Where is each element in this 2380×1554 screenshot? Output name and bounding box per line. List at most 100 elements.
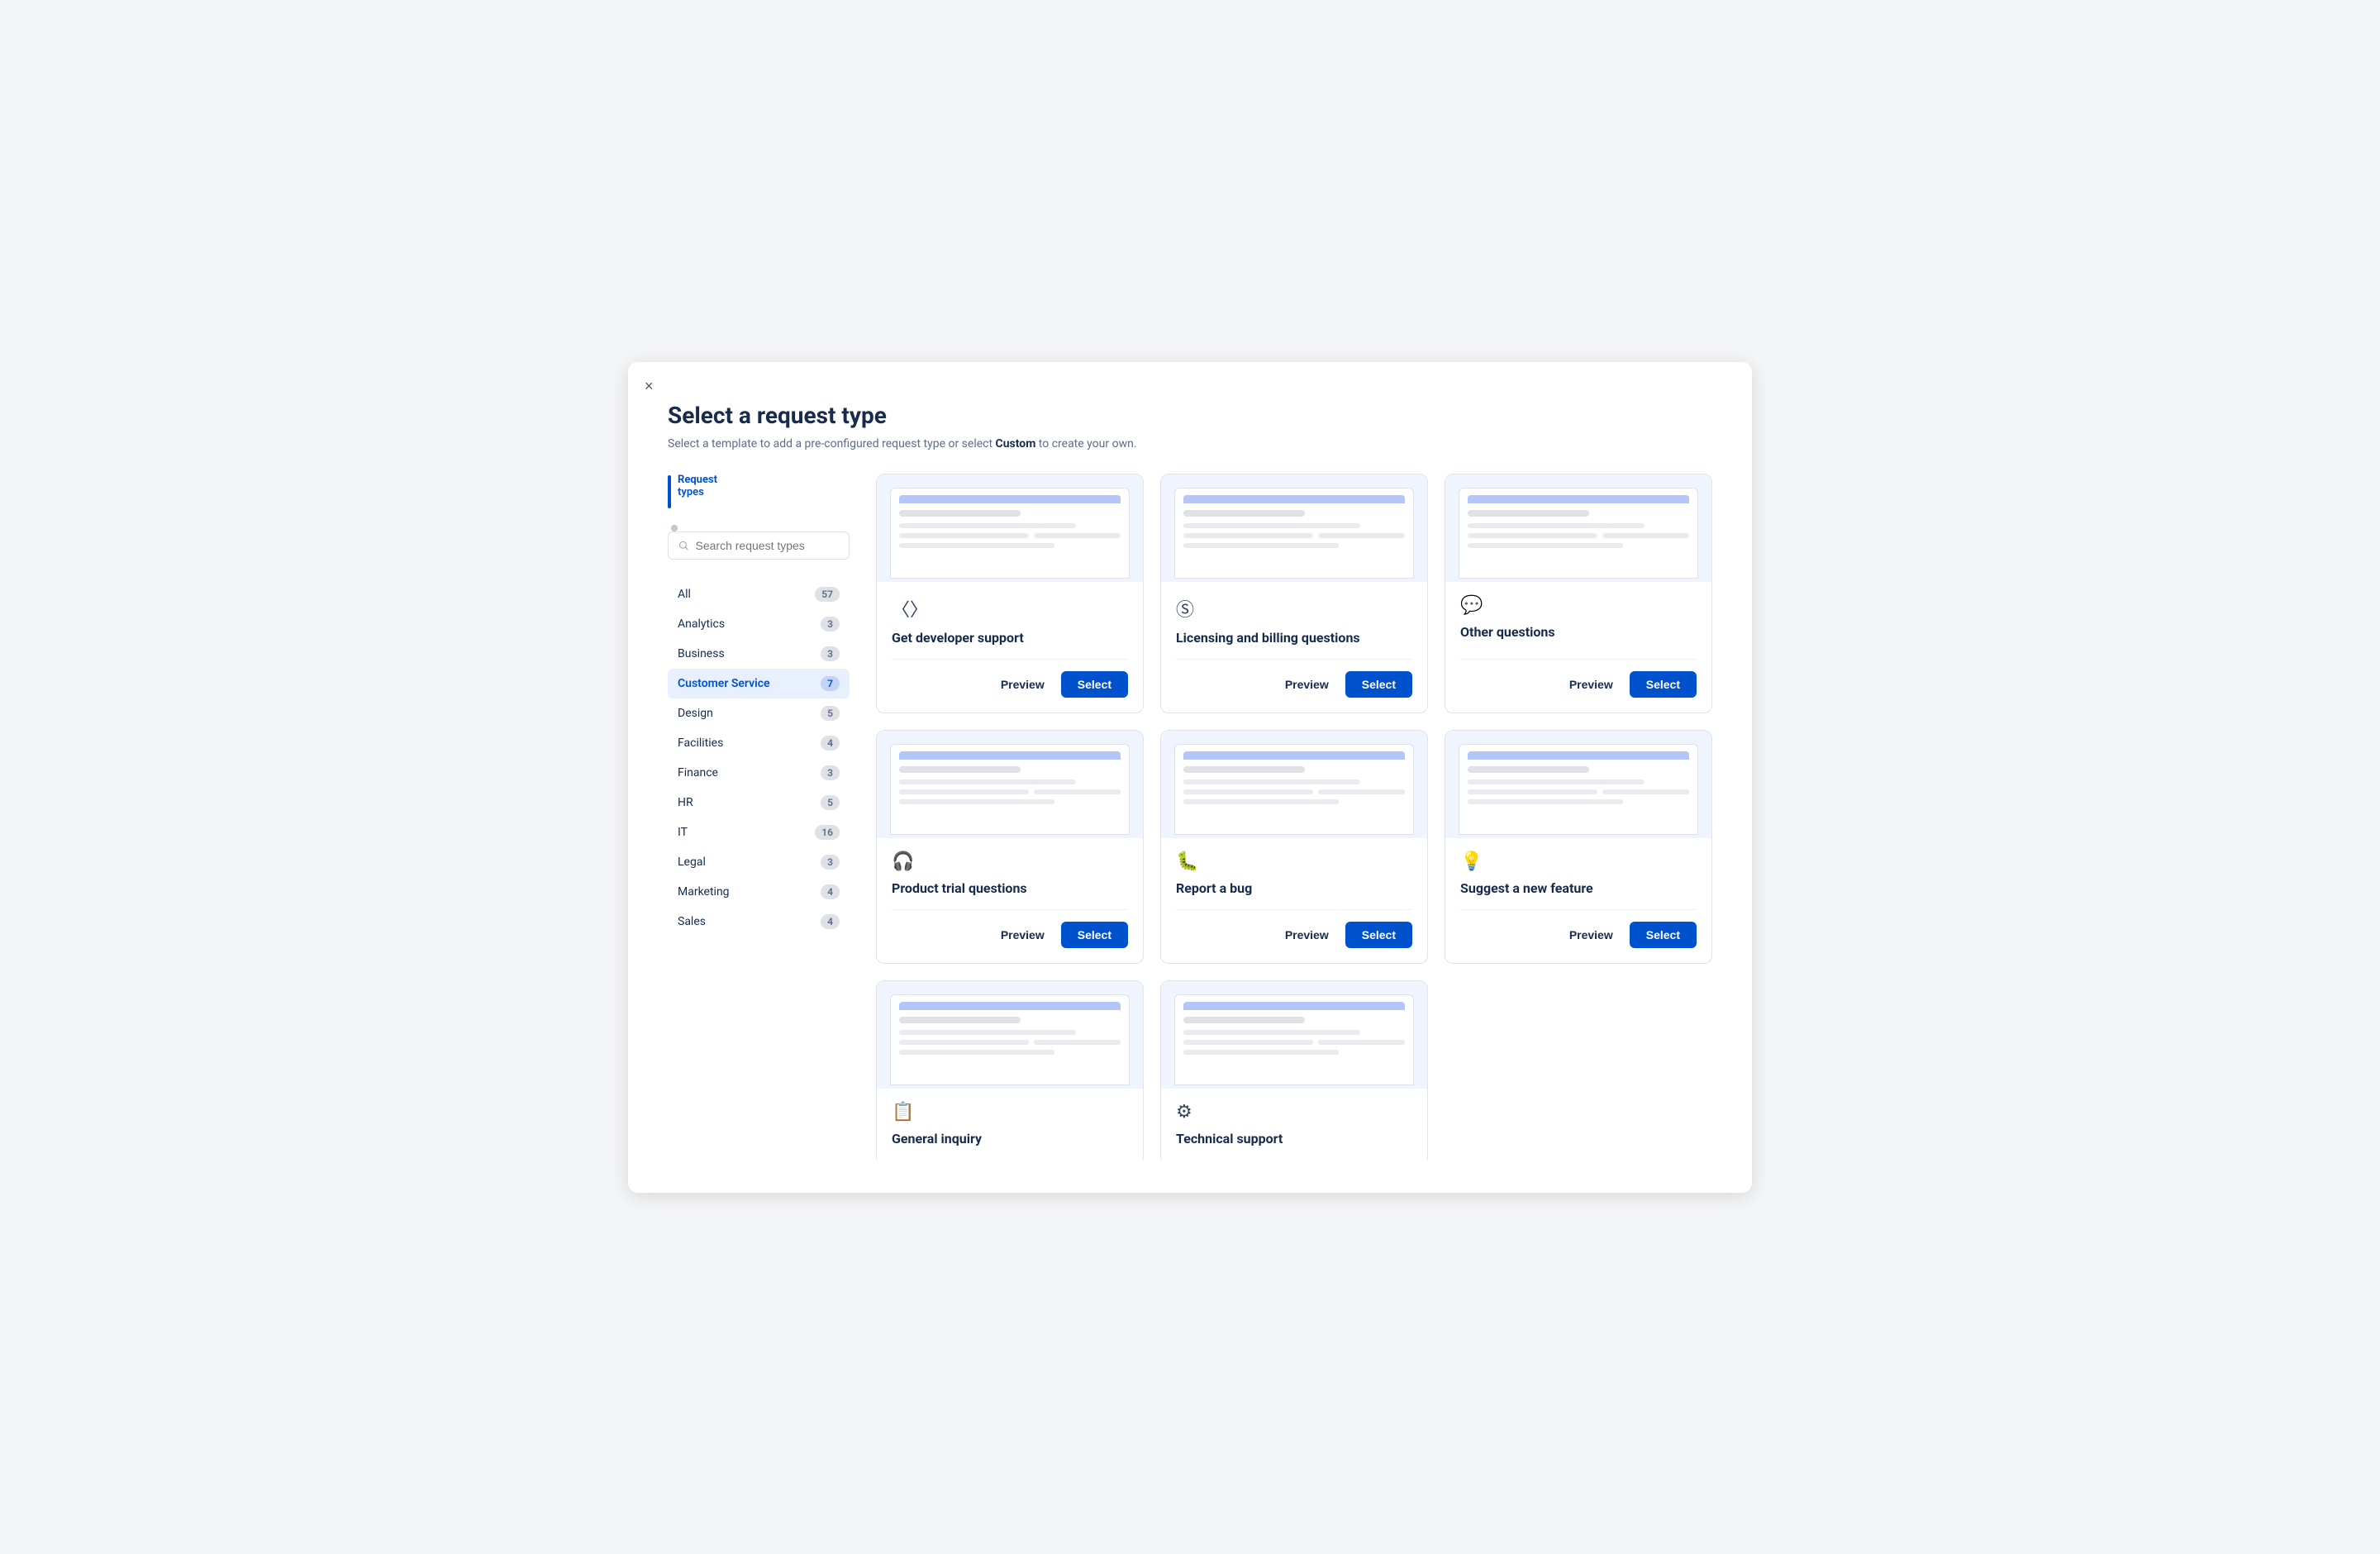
- mock-header: [1183, 751, 1405, 760]
- card-1: Ⓢ Licensing and billing questions Previe…: [1160, 474, 1428, 713]
- mock-bar: [1468, 510, 1589, 517]
- mock-line: [1183, 543, 1339, 548]
- search-input[interactable]: [696, 539, 839, 552]
- select-button[interactable]: Select: [1630, 922, 1697, 948]
- nav-item-sales[interactable]: Sales 4: [668, 907, 850, 937]
- mock-line: [1318, 533, 1405, 538]
- sidebar: Request types All 57Analytics 3 Business: [668, 474, 850, 1160]
- mock-line: [1183, 523, 1360, 528]
- mock-line: [1183, 799, 1339, 804]
- preview-button[interactable]: Preview: [992, 923, 1053, 946]
- nav-item-hr[interactable]: HR 5: [668, 788, 850, 818]
- card-preview: [877, 981, 1143, 1089]
- select-button[interactable]: Select: [1061, 922, 1128, 948]
- nav-badge: 4: [821, 884, 840, 899]
- mock-line: [1602, 533, 1689, 538]
- mock-header: [1468, 495, 1689, 503]
- headset-icon: 🎧: [892, 851, 1128, 872]
- card-title: Other questions: [1460, 624, 1697, 653]
- mock-line: [1183, 789, 1313, 794]
- nav-item-marketing[interactable]: Marketing 4: [668, 877, 850, 907]
- mock-line: [1034, 533, 1121, 538]
- nav-badge: 3: [821, 646, 840, 661]
- mock-browser: [890, 994, 1130, 1085]
- card-body: 🎧 Product trial questions Preview Select: [877, 838, 1143, 963]
- card-preview: [1161, 474, 1427, 582]
- nav-item-label: Facilities: [678, 736, 723, 750]
- card-5: 💡 Suggest a new feature Preview Select: [1445, 730, 1712, 964]
- mock-bar: [1183, 766, 1305, 773]
- nav-item-customer-service[interactable]: Customer Service 7: [668, 669, 850, 698]
- card-preview: [1445, 474, 1711, 582]
- mock-browser: [1174, 994, 1414, 1085]
- nav-item-analytics[interactable]: Analytics 3: [668, 609, 850, 639]
- sidebar-accent: [668, 475, 671, 508]
- mock-line: [899, 523, 1076, 528]
- sidebar-label-group: Request types: [678, 474, 717, 498]
- mock-bar: [899, 766, 1021, 773]
- card-body: 📋 General inquiry Preview Select: [877, 1089, 1143, 1160]
- mock-header: [899, 1002, 1121, 1010]
- nav-badge: 4: [821, 736, 840, 751]
- card-actions: Preview Select: [1176, 659, 1412, 698]
- preview-button[interactable]: Preview: [1561, 673, 1621, 696]
- card-body: 〈〉 Get developer support Preview Select: [877, 582, 1143, 713]
- mock-line: [1034, 1040, 1121, 1045]
- nav-item-label: Design: [678, 707, 713, 720]
- nav-item-label: Marketing: [678, 885, 730, 899]
- nav-badge: 3: [821, 765, 840, 780]
- preview-button[interactable]: Preview: [1277, 673, 1337, 696]
- mock-line-row: [1183, 789, 1405, 794]
- mock-line: [899, 1040, 1029, 1045]
- preview-button[interactable]: Preview: [1561, 923, 1621, 946]
- nav-item-label: Business: [678, 647, 725, 660]
- nav-item-it[interactable]: IT 16: [668, 818, 850, 847]
- search-box[interactable]: [668, 532, 850, 560]
- mock-browser: [890, 744, 1130, 835]
- mock-line: [1183, 533, 1313, 538]
- feature-icon: 💡: [1460, 851, 1697, 872]
- card-actions: Preview Select: [892, 659, 1128, 698]
- card-actions: Preview Select: [1176, 909, 1412, 948]
- mock-line: [1468, 523, 1645, 528]
- card-title: General inquiry: [892, 1131, 1128, 1160]
- mock-line-row: [1183, 1040, 1405, 1045]
- preview-button[interactable]: Preview: [1277, 923, 1337, 946]
- nav-item-label: IT: [678, 826, 688, 839]
- card-6: 📋 General inquiry Preview Select: [876, 980, 1144, 1160]
- card-preview: [1161, 731, 1427, 838]
- nav-item-business[interactable]: Business 3: [668, 639, 850, 669]
- nav-item-label: Customer Service: [678, 677, 770, 690]
- nav-item-design[interactable]: Design 5: [668, 698, 850, 728]
- modal: × Select a request type Select a templat…: [628, 362, 1752, 1193]
- select-button[interactable]: Select: [1061, 671, 1128, 698]
- card-title: Product trial questions: [892, 880, 1128, 909]
- nav-item-all[interactable]: All 57: [668, 579, 850, 609]
- select-button[interactable]: Select: [1345, 671, 1412, 698]
- mock-header: [899, 751, 1121, 760]
- mock-line: [1602, 789, 1689, 794]
- card-4: 🐛 Report a bug Preview Select: [1160, 730, 1428, 964]
- nav-badge: 3: [821, 855, 840, 870]
- select-button[interactable]: Select: [1345, 922, 1412, 948]
- mock-line-row: [899, 1040, 1121, 1045]
- card-actions: Preview Select: [1460, 659, 1697, 698]
- card-actions: Preview Select: [892, 909, 1128, 948]
- card-preview: [1161, 981, 1427, 1089]
- mock-line: [1468, 533, 1597, 538]
- nav-badge: 16: [815, 825, 840, 840]
- preview-button[interactable]: Preview: [992, 673, 1053, 696]
- select-button[interactable]: Select: [1630, 671, 1697, 698]
- mock-line-row: [899, 789, 1121, 794]
- form-icon: 📋: [892, 1102, 1128, 1123]
- mock-line: [899, 1050, 1054, 1055]
- nav-badge: 5: [821, 795, 840, 810]
- nav-item-finance[interactable]: Finance 3: [668, 758, 850, 788]
- mock-bar: [899, 1017, 1021, 1023]
- close-button[interactable]: ×: [645, 379, 654, 393]
- nav-item-legal[interactable]: Legal 3: [668, 847, 850, 877]
- mock-line: [899, 799, 1054, 804]
- nav-item-facilities[interactable]: Facilities 4: [668, 728, 850, 758]
- mock-line-row: [1183, 533, 1405, 538]
- mock-line: [1318, 789, 1405, 794]
